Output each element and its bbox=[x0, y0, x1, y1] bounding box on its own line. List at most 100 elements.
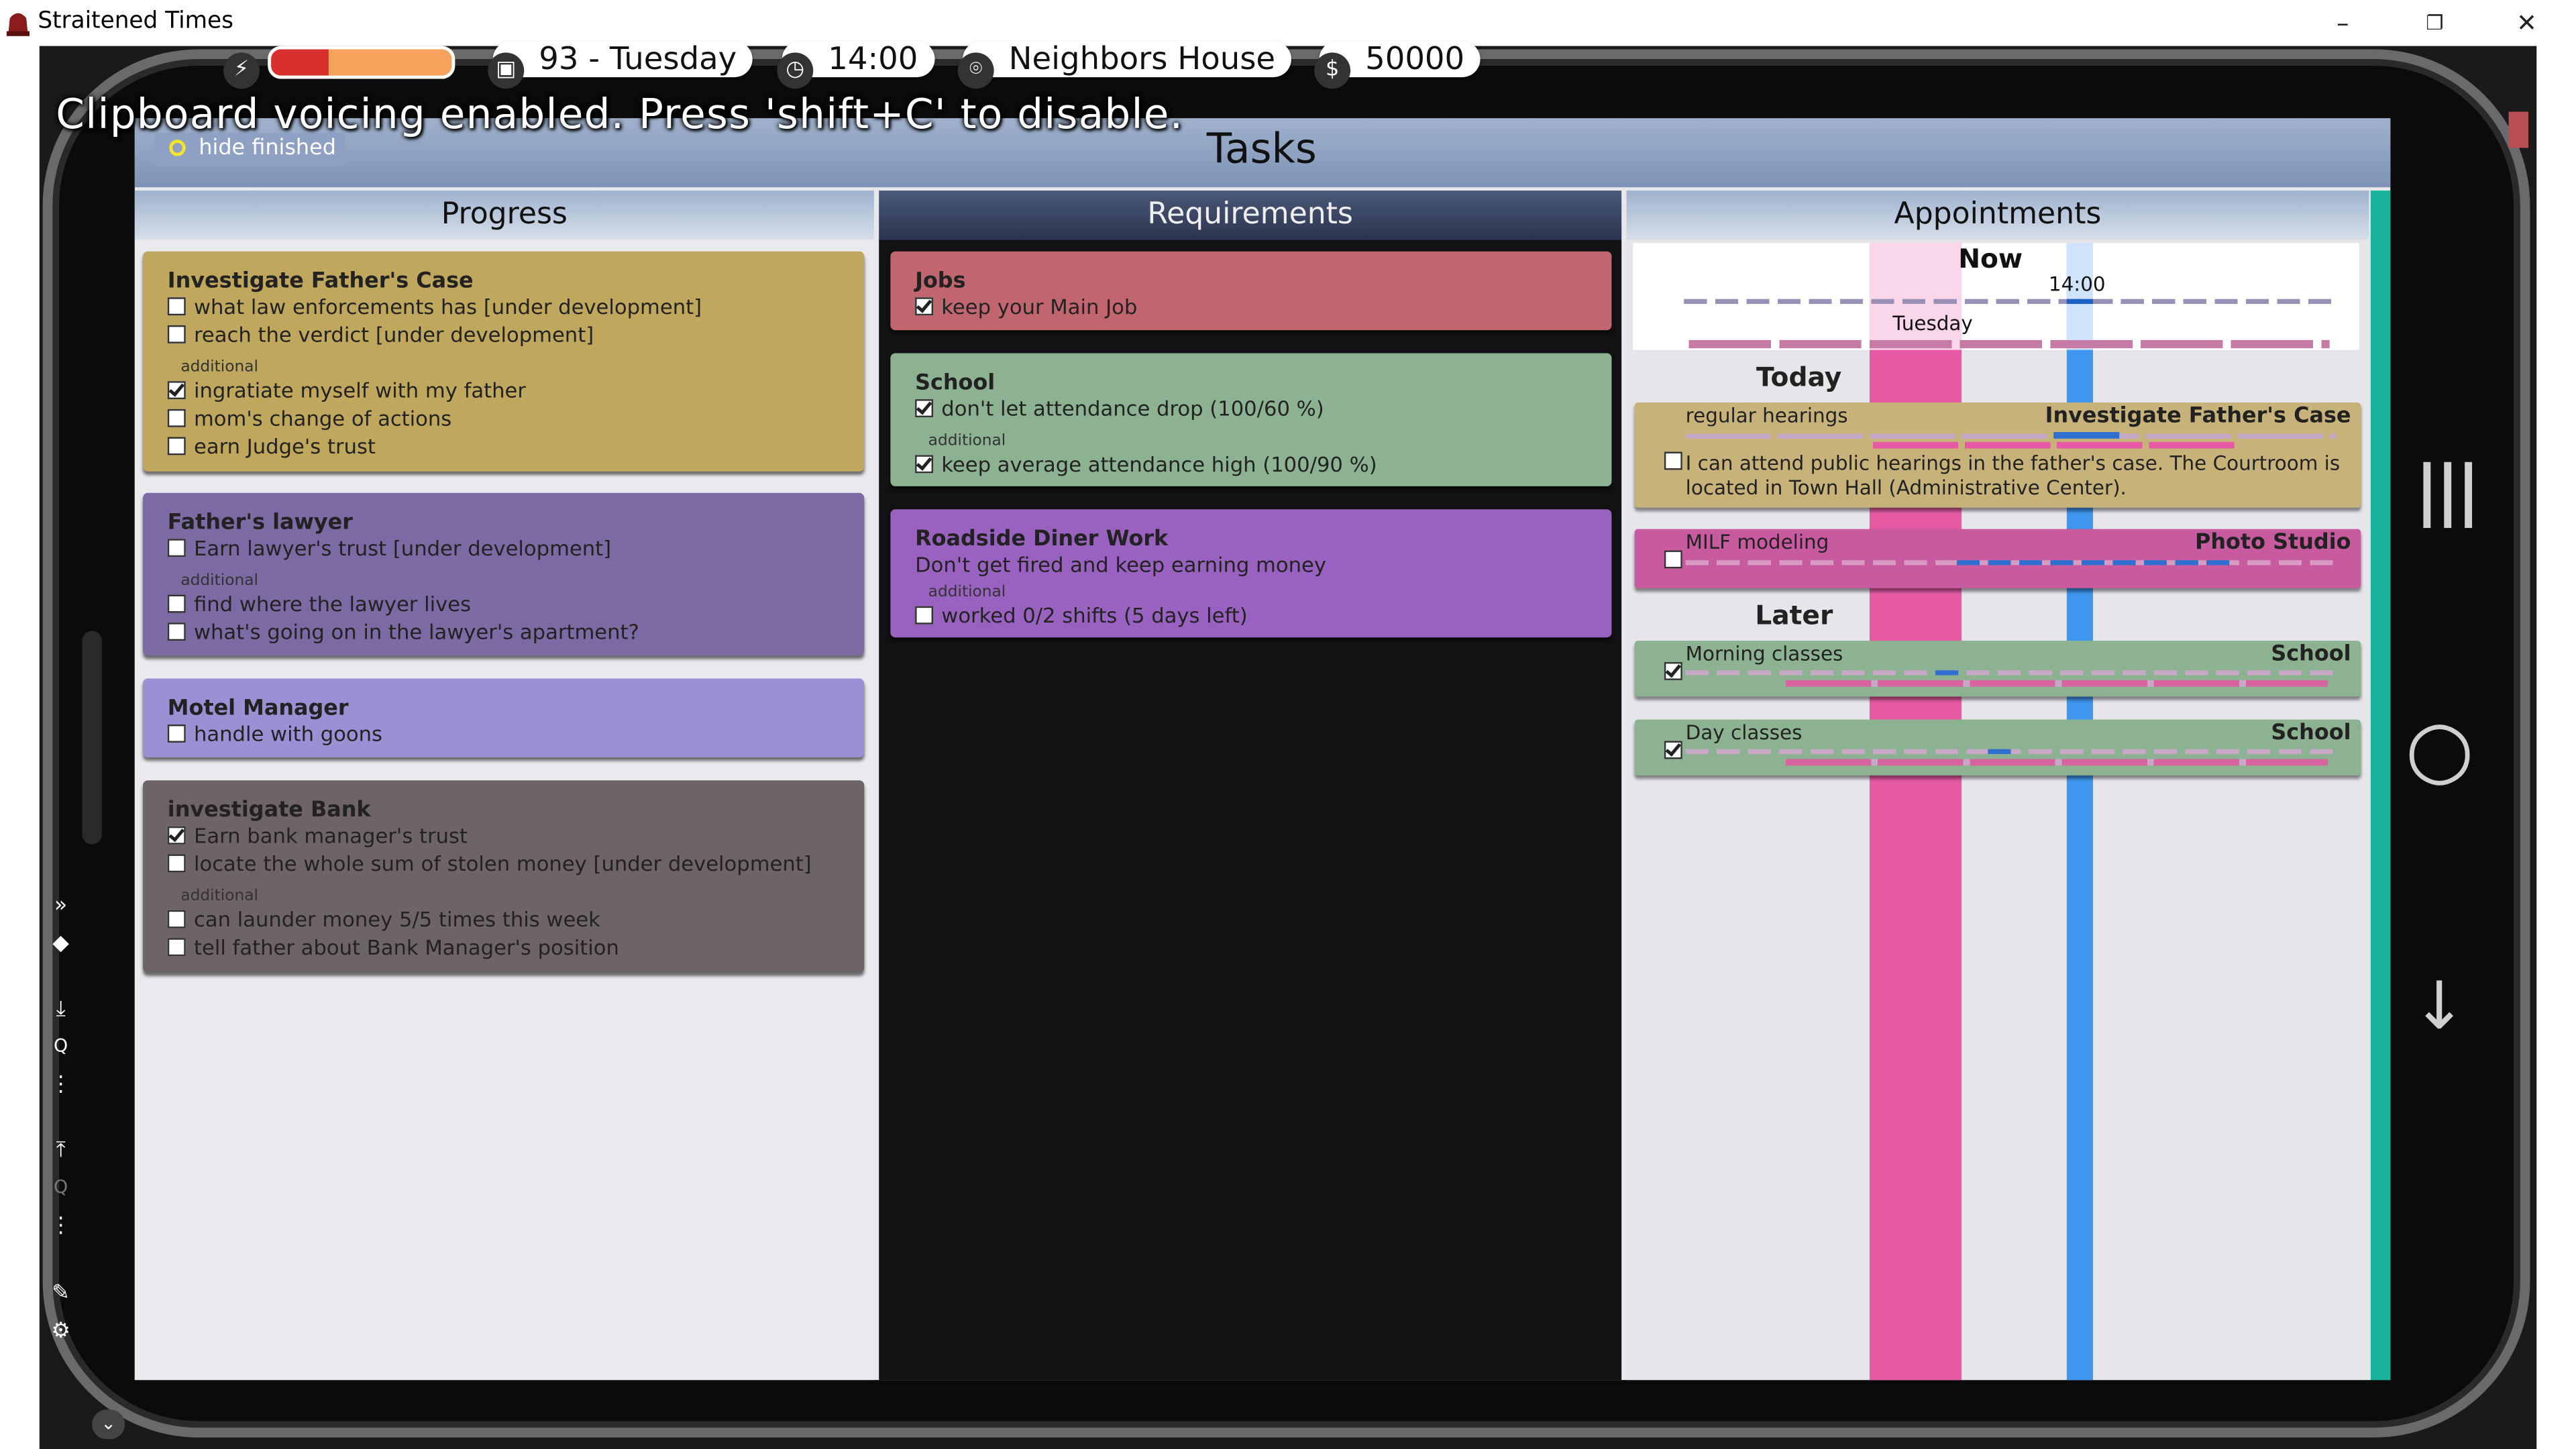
checkbox-icon[interactable] bbox=[167, 437, 186, 455]
card-title: Father's lawyer bbox=[167, 511, 353, 536]
fast-forward-icon[interactable]: » bbox=[46, 894, 76, 920]
save-icon[interactable]: ⤓ bbox=[46, 998, 76, 1024]
recent-apps-button[interactable]: ||| bbox=[2415, 453, 2481, 529]
task-item[interactable]: what's going on in the lawyer's apartmen… bbox=[167, 619, 639, 644]
home-button[interactable]: ○ bbox=[2405, 703, 2474, 795]
later-label: Later bbox=[1729, 598, 1858, 635]
appointment-location: Investigate Father's Case bbox=[2045, 404, 2351, 429]
task-item[interactable]: mom's change of actions bbox=[167, 406, 451, 431]
task-item[interactable]: Earn lawyer's trust [under development] bbox=[167, 535, 611, 560]
appointment-description: I can attend public hearings in the fath… bbox=[1685, 451, 2341, 500]
checkbox-checked-icon[interactable] bbox=[915, 399, 934, 418]
task-item[interactable]: ingratiate myself with my father bbox=[167, 378, 526, 402]
appointment-time-slot bbox=[1988, 749, 2011, 755]
task-item[interactable]: reach the verdict [under development] bbox=[167, 322, 594, 347]
checkbox-checked-icon[interactable] bbox=[167, 826, 186, 845]
checkbox-icon[interactable] bbox=[167, 910, 186, 928]
lightning-icon: ⚡ bbox=[223, 52, 260, 89]
task-card-fathers-lawyer[interactable]: Father's lawyer Earn lawyer's trust [und… bbox=[143, 492, 865, 656]
checkbox-icon[interactable] bbox=[167, 854, 186, 873]
task-card-fathers-case[interactable]: Investigate Father's Case what law enfor… bbox=[143, 251, 865, 472]
checkbox-checked-icon[interactable] bbox=[1664, 741, 1682, 759]
restore-button[interactable]: ❐ bbox=[2410, 5, 2459, 41]
load-icon[interactable]: ⤒ bbox=[46, 1138, 76, 1165]
timeline-day-ticks bbox=[1688, 339, 2330, 349]
appointment-day-classes[interactable]: Day classes School bbox=[1634, 719, 2361, 775]
dollar-icon: $ bbox=[1314, 52, 1351, 89]
card-title: investigate Bank bbox=[167, 798, 371, 823]
now-time: 14:00 bbox=[2048, 272, 2106, 296]
checkbox-icon[interactable] bbox=[167, 297, 186, 316]
appointment-name: Morning classes bbox=[1685, 642, 1843, 665]
now-day: Tuesday bbox=[1892, 312, 1973, 335]
edit-icon[interactable]: ✎ bbox=[46, 1281, 76, 1307]
appointment-day-slot bbox=[1786, 680, 2328, 687]
save-menu-icon[interactable]: ⋮ bbox=[46, 1073, 76, 1099]
chevron-down-icon[interactable]: ⌄ bbox=[92, 1409, 125, 1440]
req-item[interactable]: worked 0/2 shifts (5 days left) bbox=[915, 603, 1248, 628]
task-card-investigate-bank[interactable]: investigate Bank Earn bank manager's tru… bbox=[143, 780, 865, 973]
app-icon bbox=[6, 13, 30, 36]
timeline-current-tick bbox=[2066, 299, 2094, 305]
appointment-name: regular hearings bbox=[1685, 404, 1848, 427]
scroll-indicator[interactable] bbox=[2370, 191, 2391, 1381]
skip-icon[interactable]: ◆ bbox=[46, 932, 76, 958]
req-item[interactable]: keep average attendance high (100/90 %) bbox=[915, 451, 1377, 476]
energy-fill bbox=[271, 49, 329, 76]
appointment-name: Day classes bbox=[1685, 721, 1803, 745]
location-pin-icon: ⌾ bbox=[957, 52, 994, 89]
task-card-motel-manager[interactable]: Motel Manager handle with goons bbox=[143, 678, 865, 757]
task-item[interactable]: handle with goons bbox=[167, 721, 382, 746]
task-item[interactable]: can launder money 5/5 times this week bbox=[167, 907, 600, 932]
checkbox-icon[interactable] bbox=[167, 623, 186, 641]
day-text: 93 - Tuesday bbox=[539, 41, 737, 78]
appointment-ticks bbox=[1685, 670, 2337, 676]
appointment-time-slot bbox=[1956, 560, 2230, 566]
task-item[interactable]: what law enforcements has [under develop… bbox=[167, 294, 702, 319]
task-item[interactable]: locate the whole sum of stolen money [un… bbox=[167, 851, 812, 875]
checkbox-icon[interactable] bbox=[915, 606, 934, 625]
checkbox-icon[interactable] bbox=[1664, 550, 1682, 569]
appointment-morning-classes[interactable]: Morning classes School bbox=[1634, 641, 2361, 697]
appointment-milf-modeling[interactable]: MILF modeling Photo Studio bbox=[1634, 529, 2361, 588]
game-window: Straitened Times – ❐ ✕ » ◆ ⤓ Q ⋮ ⤒ Q ⋮ ✎… bbox=[0, 0, 2576, 1449]
quick-load-icon[interactable]: Q bbox=[46, 1176, 76, 1202]
checkbox-checked-icon[interactable] bbox=[1664, 661, 1682, 680]
energy-bar bbox=[268, 46, 455, 79]
checkbox-icon[interactable] bbox=[167, 724, 186, 743]
task-item[interactable]: tell father about Bank Manager's positio… bbox=[167, 934, 619, 959]
back-button[interactable]: ↓ bbox=[2412, 969, 2467, 1045]
appointment-time-slot bbox=[2053, 432, 2120, 439]
checkbox-icon[interactable] bbox=[167, 539, 186, 557]
card-title: School bbox=[915, 371, 996, 396]
close-button[interactable]: ✕ bbox=[2502, 5, 2551, 41]
quick-save-icon[interactable]: Q bbox=[46, 1035, 76, 1061]
req-card-jobs[interactable]: Jobs keep your Main Job bbox=[890, 251, 1612, 331]
task-item[interactable]: find where the lawyer lives bbox=[167, 592, 471, 616]
minimize-button[interactable]: – bbox=[2318, 5, 2367, 41]
appointment-location: School bbox=[2271, 642, 2351, 667]
req-card-school[interactable]: School don't let attendance drop (100/60… bbox=[890, 353, 1612, 486]
checkbox-checked-icon[interactable] bbox=[915, 455, 934, 474]
radio-icon[interactable] bbox=[169, 140, 186, 156]
checkbox-icon[interactable] bbox=[167, 594, 186, 613]
checkbox-checked-icon[interactable] bbox=[167, 381, 186, 400]
task-item[interactable]: earn Judge's trust bbox=[167, 434, 376, 458]
money-text: 50000 bbox=[1365, 41, 1465, 78]
checkbox-icon[interactable] bbox=[167, 938, 186, 957]
settings-gear-icon[interactable]: ⚙ bbox=[46, 1320, 76, 1346]
appointment-name: MILF modeling bbox=[1685, 531, 1829, 554]
appointment-location: Photo Studio bbox=[2195, 531, 2351, 555]
req-item[interactable]: keep your Main Job bbox=[915, 294, 1137, 319]
req-card-diner-work[interactable]: Roadside Diner Work Don't get fired and … bbox=[890, 509, 1612, 638]
checkbox-checked-icon[interactable] bbox=[915, 297, 934, 316]
checkbox-icon[interactable] bbox=[1664, 451, 1682, 470]
checkbox-icon[interactable] bbox=[167, 325, 186, 343]
rail-scrollbar[interactable] bbox=[82, 631, 102, 845]
load-menu-icon[interactable]: ⋮ bbox=[46, 1214, 76, 1240]
calendar-icon: ▣ bbox=[488, 52, 525, 89]
checkbox-icon[interactable] bbox=[167, 409, 186, 427]
appointment-regular-hearings[interactable]: regular hearings Investigate Father's Ca… bbox=[1634, 402, 2361, 508]
task-item[interactable]: Earn bank manager's trust bbox=[167, 823, 468, 848]
req-item[interactable]: don't let attendance drop (100/60 %) bbox=[915, 396, 1324, 421]
